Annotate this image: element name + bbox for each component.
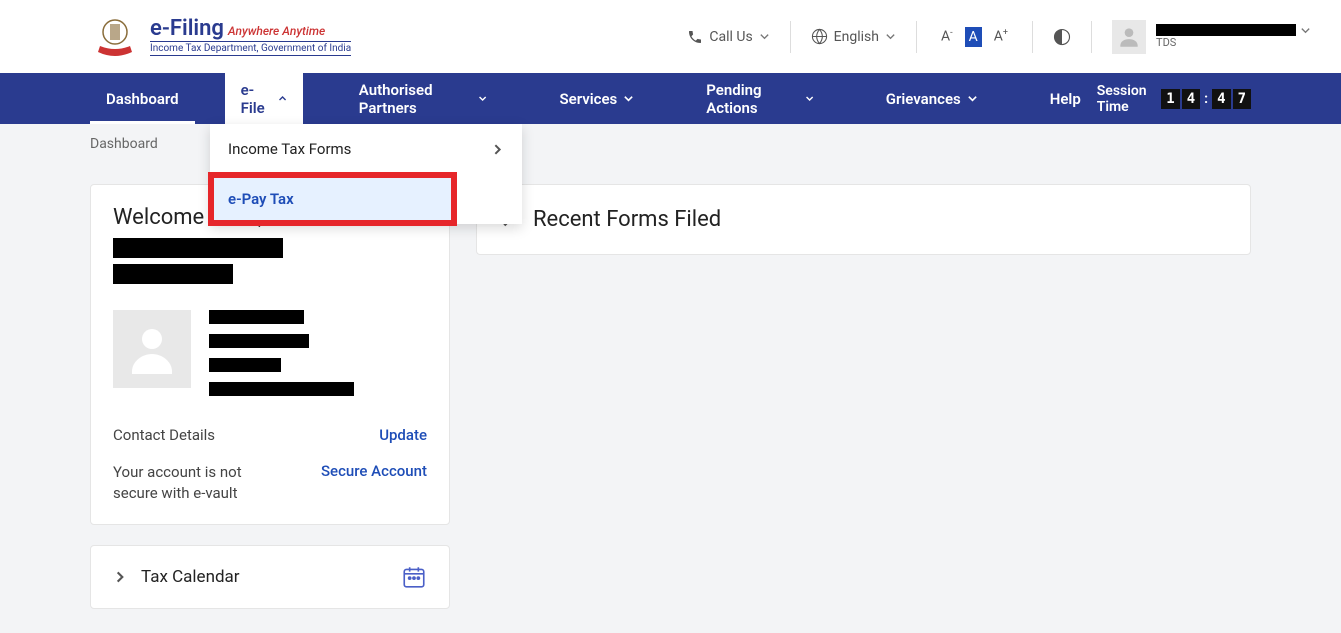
- chevron-right-icon: [491, 143, 504, 156]
- redacted-text: [113, 238, 283, 258]
- user-menu[interactable]: TDS: [1112, 20, 1311, 54]
- logo-tagline: Anywhere Anytime: [228, 24, 325, 38]
- logo-title: e-Filing: [150, 16, 224, 41]
- nav-services[interactable]: Services: [544, 73, 651, 124]
- breadcrumb: Dashboard: [0, 124, 1341, 164]
- session-timer: Session Time 1 4 : 4 7: [1097, 73, 1251, 124]
- session-colon: :: [1202, 91, 1210, 107]
- nav-pending-actions[interactable]: Pending Actions: [690, 73, 830, 124]
- content-area: Welcome Back, Contact Details Upda: [0, 184, 1341, 609]
- nav-grievances[interactable]: Grievances: [870, 73, 994, 124]
- language-selector[interactable]: English: [811, 28, 896, 45]
- session-digit: 7: [1233, 89, 1251, 109]
- dropdown-item-epay-tax[interactable]: e-Pay Tax: [210, 174, 455, 224]
- logo-block[interactable]: e-Filing Anywhere Anytime Income Tax Dep…: [90, 12, 351, 62]
- call-us-label: Call Us: [709, 29, 752, 45]
- welcome-card: Welcome Back, Contact Details Upda: [90, 184, 450, 525]
- user-role: TDS: [1156, 36, 1311, 49]
- chevron-down-icon: [478, 93, 487, 104]
- dropdown-item-income-tax-forms[interactable]: Income Tax Forms: [210, 124, 522, 174]
- divider: [1091, 21, 1092, 53]
- avatar-icon: [113, 310, 191, 388]
- session-digit: 4: [1212, 89, 1230, 109]
- top-right-controls: Call Us English A- A A+: [687, 17, 1311, 57]
- nav-authorised-partners[interactable]: Authorised Partners: [343, 73, 504, 124]
- redacted-text: [209, 310, 304, 324]
- nav-dashboard[interactable]: Dashboard: [90, 73, 195, 124]
- chevron-down-icon: [759, 31, 770, 42]
- session-label: Session Time: [1097, 83, 1154, 115]
- chevron-up-icon: [278, 93, 287, 104]
- top-header: e-Filing Anywhere Anytime Income Tax Dep…: [0, 0, 1341, 73]
- tax-calendar-label: Tax Calendar: [141, 567, 240, 587]
- right-column: Recent Forms Filed: [476, 184, 1251, 609]
- chevron-down-icon: [885, 31, 896, 42]
- profile-details: [209, 310, 354, 396]
- language-label: English: [834, 29, 879, 45]
- account-detail-rows: Contact Details Update Your account is n…: [113, 426, 427, 504]
- contact-details-label: Contact Details: [113, 426, 215, 444]
- calendar-icon: [401, 564, 427, 590]
- chevron-right-icon: [113, 570, 127, 584]
- text-size-increase-button[interactable]: A+: [990, 26, 1012, 47]
- chevron-down-icon: [967, 93, 978, 104]
- divider: [790, 21, 791, 53]
- phone-icon: [687, 29, 703, 45]
- call-us-button[interactable]: Call Us: [687, 29, 769, 45]
- divider: [916, 21, 917, 53]
- redacted-text: [209, 382, 354, 396]
- secure-account-link[interactable]: Secure Account: [321, 462, 427, 480]
- redacted-text: [113, 264, 233, 284]
- chevron-down-icon: [623, 93, 634, 104]
- recent-forms-card[interactable]: Recent Forms Filed: [476, 184, 1251, 255]
- globe-icon: [811, 28, 828, 45]
- logo-subtitle: Income Tax Department, Government of Ind…: [150, 41, 351, 56]
- contrast-toggle-button[interactable]: [1053, 28, 1071, 46]
- efile-dropdown: Income Tax Forms e-Pay Tax: [210, 124, 522, 224]
- text-size-decrease-button[interactable]: A-: [937, 26, 957, 47]
- divider: [1032, 21, 1033, 53]
- contact-details-row: Contact Details Update: [113, 426, 427, 444]
- redacted-text: [209, 334, 309, 348]
- main-nav: Dashboard e-File Authorised Partners Ser…: [0, 73, 1341, 124]
- govt-emblem-icon: [90, 12, 140, 62]
- session-digit: 4: [1182, 89, 1200, 109]
- user-name-redacted: [1156, 24, 1296, 36]
- recent-forms-title: Recent Forms Filed: [533, 207, 721, 232]
- nav-efile[interactable]: e-File: [225, 73, 303, 124]
- session-digit: 1: [1161, 89, 1179, 109]
- text-size-controls: A- A A+: [937, 26, 1012, 47]
- update-link[interactable]: Update: [379, 426, 427, 444]
- secure-account-row: Your account is not secure with e-vault …: [113, 462, 427, 504]
- redacted-text: [209, 358, 281, 372]
- chevron-down-icon: [1300, 25, 1311, 36]
- chevron-down-icon: [805, 93, 814, 104]
- avatar-icon: [1112, 20, 1146, 54]
- nav-help[interactable]: Help: [1034, 73, 1097, 124]
- secure-msg: Your account is not secure with e-vault: [113, 462, 283, 504]
- text-size-normal-button[interactable]: A: [965, 27, 982, 47]
- tax-calendar-card[interactable]: Tax Calendar: [90, 545, 450, 609]
- left-column: Welcome Back, Contact Details Upda: [90, 184, 450, 609]
- profile-row: [113, 310, 427, 396]
- logo-text: e-Filing Anywhere Anytime Income Tax Dep…: [150, 17, 351, 56]
